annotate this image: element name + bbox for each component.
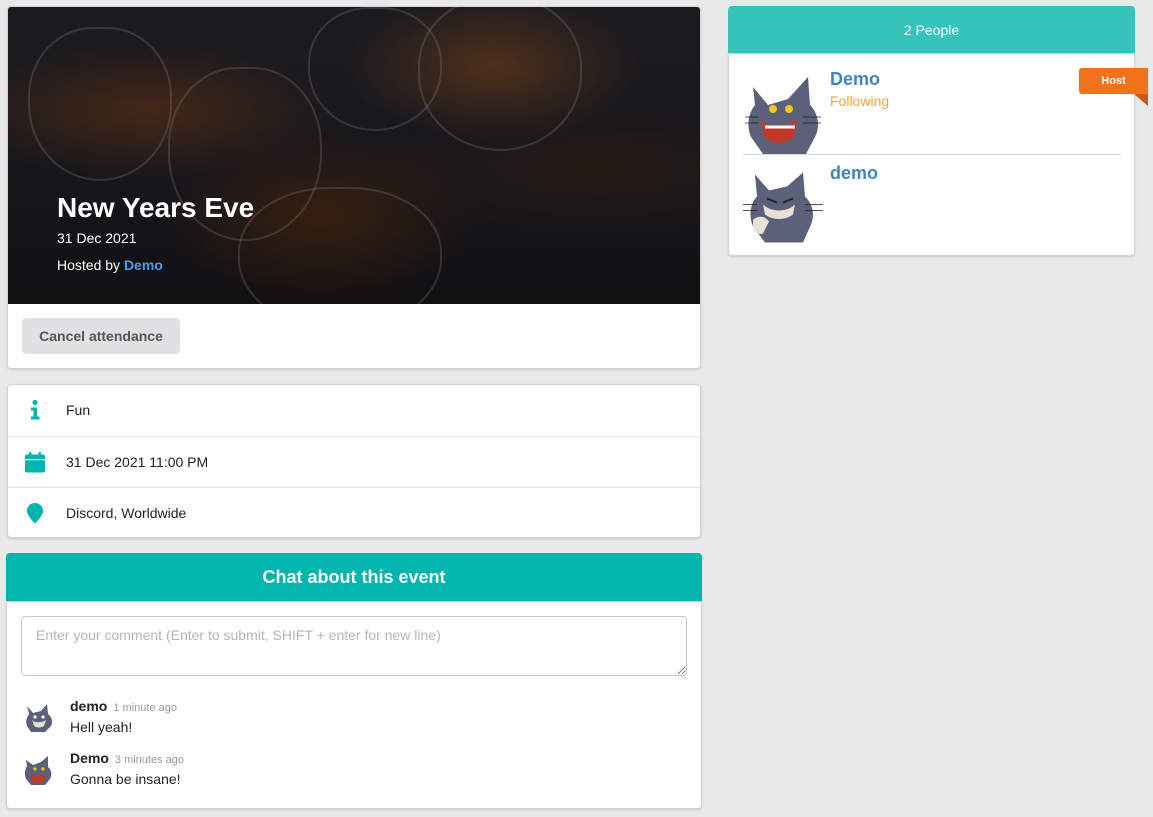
detail-description-row: Fun bbox=[8, 385, 700, 436]
people-header: 2 People bbox=[728, 6, 1135, 54]
detail-datetime-row: 31 Dec 2021 11:00 PM bbox=[8, 436, 700, 488]
avatar[interactable] bbox=[21, 752, 57, 788]
people-card: Demo Following demo bbox=[728, 53, 1135, 256]
divider bbox=[743, 154, 1121, 155]
comment-item: demo 1 minute ago Hell yeah! bbox=[21, 698, 681, 742]
event-title: New Years Eve bbox=[57, 192, 255, 223]
avatar[interactable] bbox=[743, 161, 823, 248]
comment-author-name[interactable]: demo bbox=[70, 698, 107, 714]
info-icon bbox=[31, 399, 40, 420]
event-location: Discord, Worldwide bbox=[66, 505, 187, 521]
event-description: Fun bbox=[66, 402, 91, 418]
map-marker-icon bbox=[27, 503, 43, 524]
detail-location-row: Discord, Worldwide bbox=[8, 487, 700, 539]
comment-timestamp: 3 minutes ago bbox=[114, 754, 185, 766]
event-date: 31 Dec 2021 bbox=[57, 230, 137, 246]
person-name[interactable]: demo bbox=[830, 163, 878, 184]
comment-input[interactable] bbox=[21, 616, 687, 676]
comment-author[interactable]: demo 1 minute ago bbox=[70, 698, 177, 714]
chat-header: Chat about this event bbox=[6, 553, 702, 602]
event-details-card: Fun 31 Dec 2021 11:00 PM Discord, Worldw… bbox=[7, 384, 701, 538]
comment-author-name[interactable]: Demo bbox=[70, 750, 109, 766]
comment-item: Demo 3 minutes ago Gonna be insane! bbox=[21, 750, 681, 794]
avatar[interactable] bbox=[743, 67, 823, 154]
person-item: Demo Following bbox=[743, 67, 1121, 155]
person-following-status: Following bbox=[830, 93, 890, 109]
comment-timestamp: 1 minute ago bbox=[113, 702, 177, 714]
person-item: demo bbox=[743, 161, 1121, 249]
avatar[interactable] bbox=[21, 700, 57, 736]
person-name[interactable]: Demo bbox=[830, 69, 880, 90]
comment-text: Hell yeah! bbox=[70, 719, 133, 735]
host-badge-fold bbox=[1134, 94, 1148, 106]
hosted-by: Hosted by Demo bbox=[57, 257, 163, 273]
event-header-card: New Years Eve 31 Dec 2021 Hosted by Demo… bbox=[7, 6, 701, 369]
event-hero-image: New Years Eve 31 Dec 2021 Hosted by Demo bbox=[8, 7, 700, 304]
chat-card: demo 1 minute ago Hell yeah! Demo 3 minute… bbox=[6, 601, 702, 809]
host-link[interactable]: Demo bbox=[124, 257, 163, 273]
cancel-attendance-button[interactable]: Cancel attendance bbox=[22, 318, 180, 354]
host-badge: Host bbox=[1079, 68, 1148, 94]
comment-text: Gonna be insane! bbox=[70, 771, 181, 787]
comment-author[interactable]: Demo 3 minutes ago bbox=[70, 750, 184, 766]
event-datetime: 31 Dec 2021 11:00 PM bbox=[66, 454, 209, 470]
hosted-by-label: Hosted by bbox=[57, 257, 121, 273]
calendar-icon bbox=[25, 452, 45, 473]
